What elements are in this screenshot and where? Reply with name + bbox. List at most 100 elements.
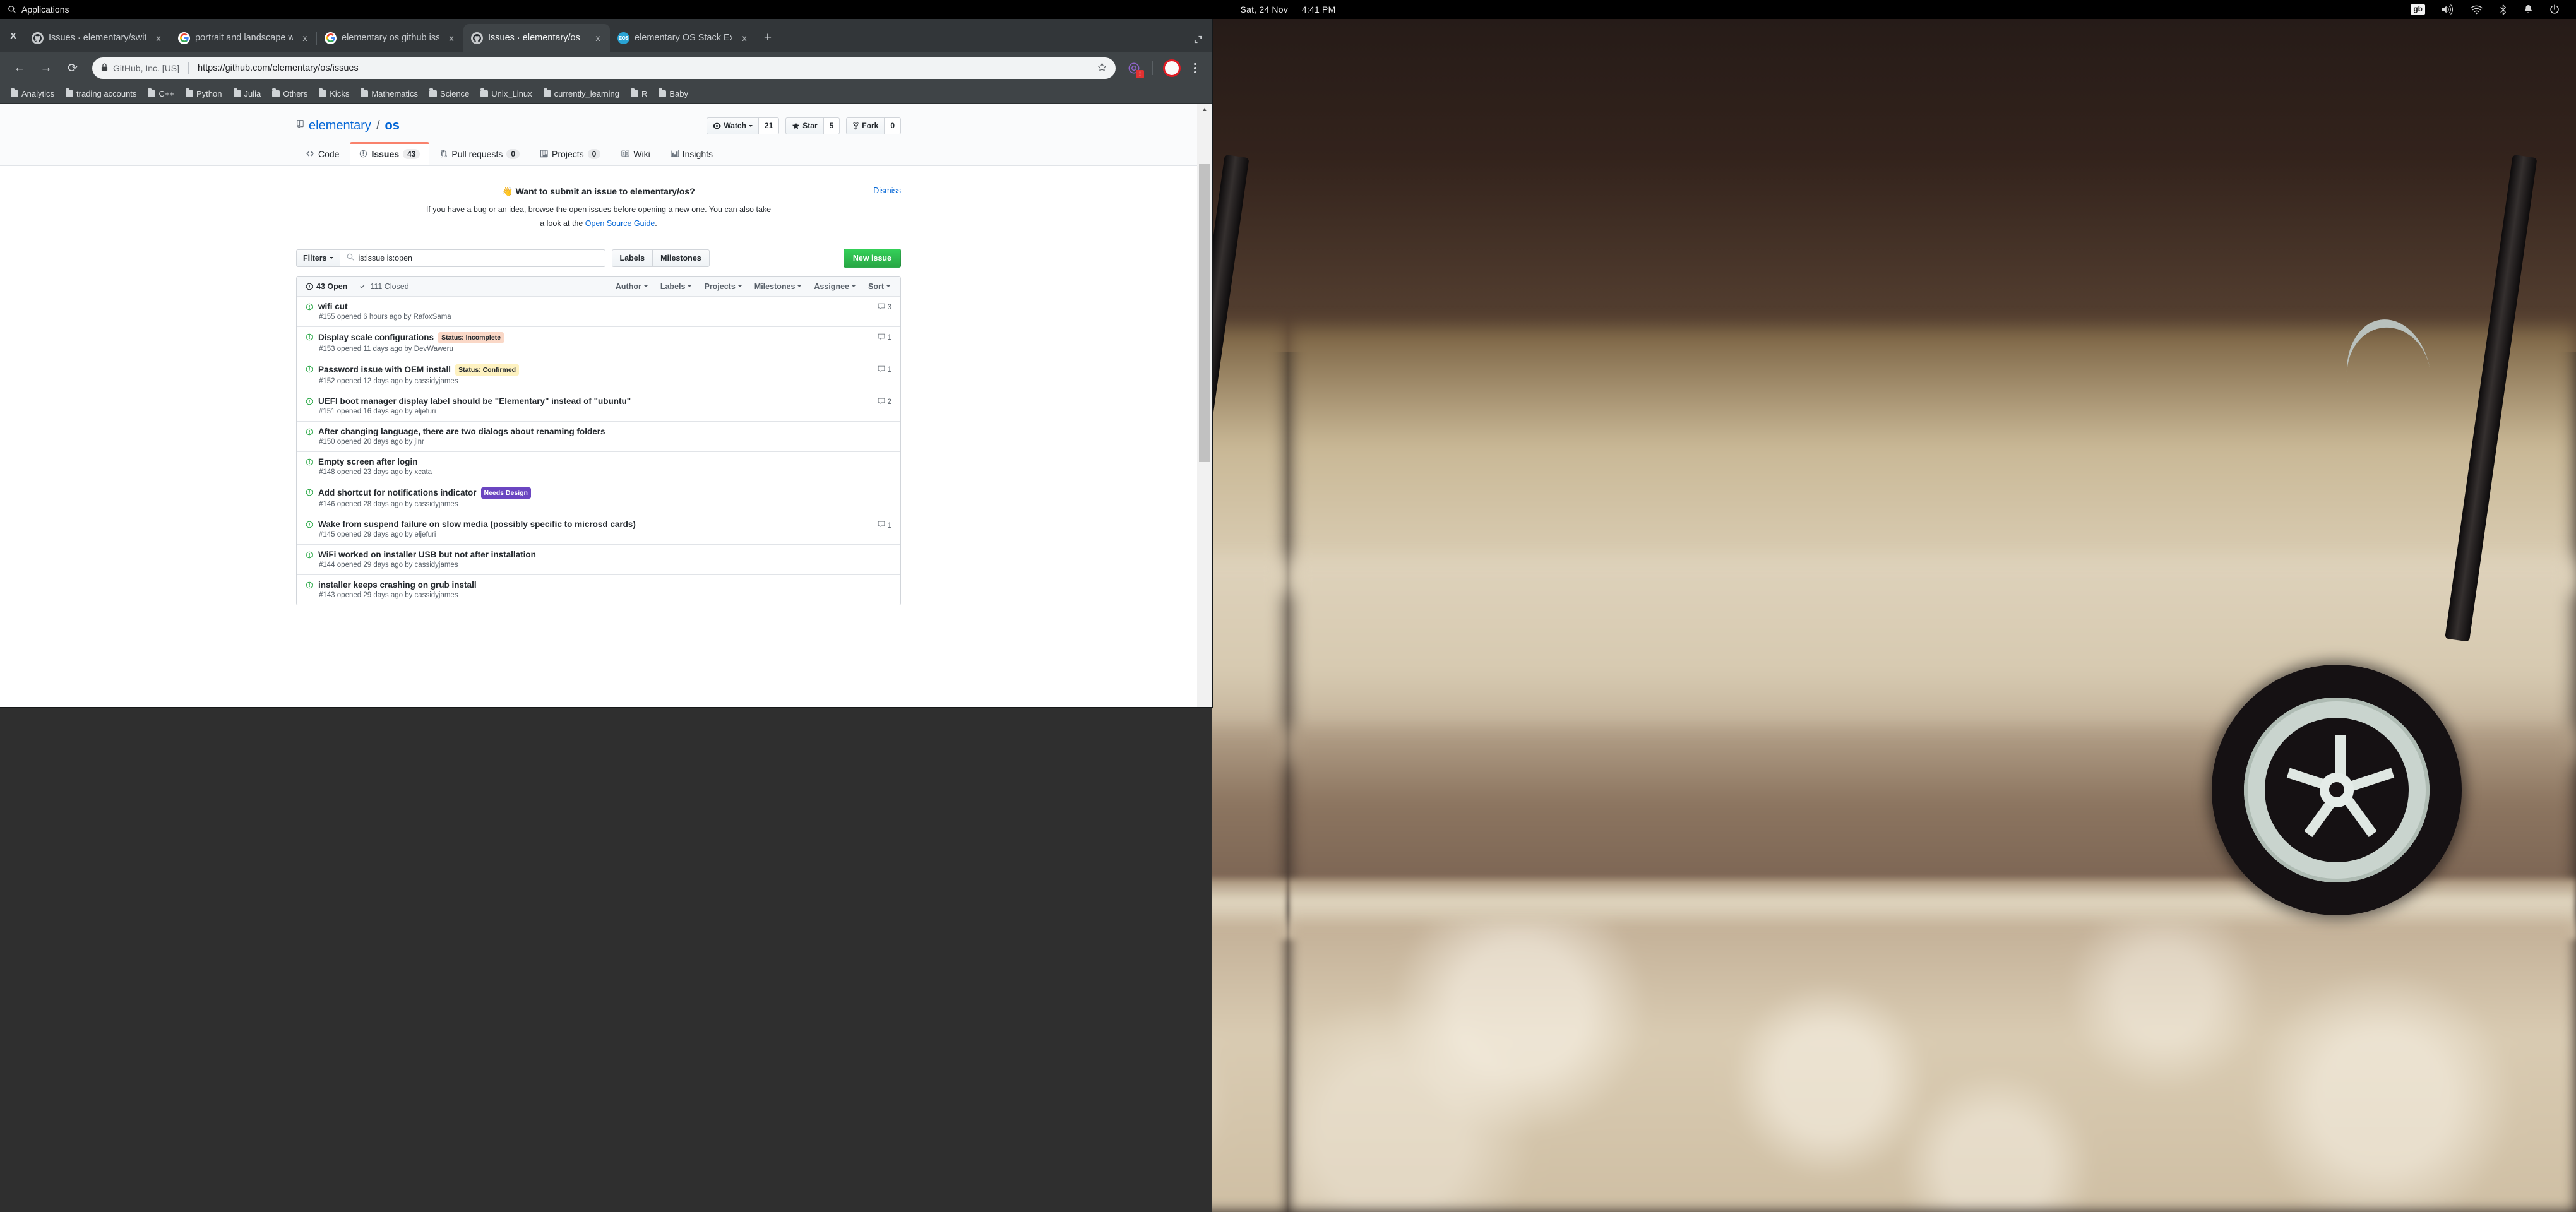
issue-label[interactable]: Status: Confirmed — [455, 364, 520, 376]
repo-nav-insights[interactable]: Insights — [661, 142, 722, 165]
filters-dropdown-button[interactable]: Filters — [296, 249, 340, 267]
back-button[interactable]: ← — [8, 56, 32, 80]
issue-comment-count[interactable]: 1 — [878, 364, 891, 375]
tab-close-icon[interactable]: x — [152, 33, 165, 43]
repo-nav-pull-requests[interactable]: Pull requests 0 — [431, 142, 529, 165]
power-icon[interactable] — [2549, 4, 2560, 15]
author-dropdown[interactable]: Author — [616, 282, 648, 291]
projects-dropdown[interactable]: Projects — [704, 282, 742, 291]
tab-close-icon[interactable]: x — [444, 33, 458, 43]
issue-row[interactable]: Add shortcut for notifications indicator… — [297, 481, 900, 514]
bookmark-item[interactable]: Others — [268, 88, 312, 100]
fork-button-group[interactable]: Fork 0 — [846, 117, 901, 134]
bookmark-item[interactable]: Science — [425, 88, 474, 100]
browser-tab-0[interactable]: Issues · elementary/switchboar x — [24, 24, 170, 52]
browser-tab-1[interactable]: portrait and landscape wallpap x — [170, 24, 317, 52]
new-issue-button[interactable]: New issue — [843, 248, 901, 268]
bookmark-item[interactable]: Analytics — [6, 88, 59, 100]
bookmark-item[interactable]: Julia — [229, 88, 266, 100]
issue-row[interactable]: Display scale configurations Status: Inco… — [297, 326, 900, 359]
issue-row[interactable]: After changing language, there are two d… — [297, 420, 900, 451]
issue-title-link[interactable]: WiFi worked on installer USB but not aft… — [318, 550, 536, 559]
bookmark-item[interactable]: Mathematics — [356, 88, 422, 100]
labels-button[interactable]: Labels — [611, 249, 653, 267]
issue-row[interactable]: WiFi worked on installer USB but not aft… — [297, 544, 900, 574]
closed-issues-filter[interactable]: 111 Closed — [359, 282, 409, 291]
panel-datetime[interactable]: Sat, 24 Nov 4:41 PM — [0, 4, 2576, 15]
repo-name-link[interactable]: os — [385, 119, 400, 133]
issue-row[interactable]: UEFI boot manager display label should b… — [297, 390, 900, 421]
tab-close-icon[interactable]: x — [298, 33, 312, 43]
window-close-button[interactable]: x — [3, 19, 24, 52]
issue-title-link[interactable]: After changing language, there are two d… — [318, 427, 605, 436]
fork-count[interactable]: 0 — [885, 117, 901, 134]
repo-nav-wiki[interactable]: Wiki — [611, 142, 659, 165]
issue-comment-count[interactable]: 1 — [878, 332, 891, 343]
reload-button[interactable]: ⟳ — [61, 56, 85, 80]
url-text[interactable]: https://github.com/elementary/os/issues — [198, 63, 359, 73]
issue-comment-count[interactable]: 2 — [878, 396, 891, 407]
sort-dropdown[interactable]: Sort — [868, 282, 890, 291]
extension-icon[interactable]: ! — [1123, 57, 1145, 79]
issue-title-link[interactable]: installer keeps crashing on grub install — [318, 580, 477, 590]
watch-count[interactable]: 21 — [758, 117, 780, 134]
repo-owner-link[interactable]: elementary — [309, 119, 371, 133]
labels-dropdown[interactable]: Labels — [660, 282, 692, 291]
star-button-group[interactable]: Star 5 — [785, 117, 840, 134]
wifi-icon[interactable] — [2471, 5, 2483, 15]
watch-button[interactable]: Watch — [707, 117, 759, 134]
issue-row[interactable]: Password issue with OEM install Status: C… — [297, 358, 900, 391]
tab-close-icon[interactable]: x — [737, 33, 751, 43]
issue-row[interactable]: Wake from suspend failure on slow media … — [297, 514, 900, 544]
issue-title-link[interactable]: UEFI boot manager display label should b… — [318, 396, 631, 406]
bookmark-item[interactable]: trading accounts — [61, 88, 141, 100]
issue-row[interactable]: Empty screen after login #148 opened 23 d… — [297, 451, 900, 482]
issue-title-link[interactable]: Empty screen after login — [318, 457, 418, 466]
fork-button[interactable]: Fork — [846, 117, 885, 134]
bluetooth-icon[interactable] — [2499, 4, 2507, 15]
repo-nav-code[interactable]: Code — [296, 142, 349, 165]
bookmark-item[interactable]: currently_learning — [539, 88, 624, 100]
bookmark-item[interactable]: C++ — [143, 88, 179, 100]
volume-icon[interactable] — [2442, 4, 2454, 15]
issue-title-link[interactable]: wifi cut — [318, 302, 348, 311]
forward-button[interactable]: → — [34, 56, 58, 80]
bookmark-item[interactable]: R — [626, 88, 652, 100]
watch-button-group[interactable]: Watch 21 — [707, 117, 780, 134]
issues-search-wrapper[interactable] — [340, 249, 605, 267]
issue-label[interactable]: Needs Design — [480, 487, 531, 499]
new-tab-button[interactable]: + — [756, 24, 779, 52]
scroll-up-arrow-icon[interactable]: ▲ — [1197, 106, 1212, 112]
bookmark-item[interactable]: Unix_Linux — [476, 88, 536, 100]
dismiss-banner-link[interactable]: Dismiss — [873, 186, 901, 195]
issue-comment-count[interactable]: 3 — [878, 302, 891, 312]
bookmark-item[interactable]: Baby — [654, 88, 693, 100]
profile-avatar[interactable] — [1163, 59, 1181, 77]
page-scrollbar[interactable]: ▲ — [1197, 104, 1212, 707]
address-bar[interactable]: GitHub, Inc. [US] https://github.com/ele… — [92, 57, 1116, 79]
open-source-guide-link[interactable]: Open Source Guide — [585, 219, 655, 228]
chrome-menu-button[interactable] — [1186, 62, 1205, 74]
issue-row[interactable]: wifi cut #155 opened 6 hours ago by Rafox… — [297, 297, 900, 326]
browser-tab-2[interactable]: elementary os github issues - G x — [317, 24, 463, 52]
star-button[interactable]: Star — [785, 117, 824, 134]
issue-title-link[interactable]: Add shortcut for notifications indicator — [318, 488, 477, 497]
issue-label[interactable]: Status: Incomplete — [438, 331, 504, 343]
issue-title-link[interactable]: Wake from suspend failure on slow media … — [318, 520, 636, 529]
issues-search-input[interactable] — [358, 249, 599, 266]
bookmark-item[interactable]: Python — [181, 88, 226, 100]
issue-comment-count[interactable]: 1 — [878, 520, 891, 530]
bookmark-star-icon[interactable] — [1097, 62, 1108, 74]
tab-close-icon[interactable]: x — [591, 33, 605, 43]
repo-nav-issues[interactable]: Issues 43 — [350, 141, 430, 165]
browser-tab-4[interactable]: EOS elementary OS Stack Exchange x — [610, 24, 756, 52]
notifications-bell-icon[interactable] — [2524, 4, 2533, 15]
issue-row[interactable]: installer keeps crashing on grub install… — [297, 574, 900, 605]
repo-nav-projects[interactable]: Projects 0 — [530, 142, 610, 165]
window-maximize-icon[interactable] — [1194, 35, 1202, 47]
scrollbar-thumb[interactable] — [1199, 164, 1210, 462]
assignee-dropdown[interactable]: Assignee — [814, 282, 856, 291]
bookmark-item[interactable]: Kicks — [314, 88, 354, 100]
browser-tab-3-active[interactable]: Issues · elementary/os x — [463, 24, 610, 52]
star-count[interactable]: 5 — [823, 117, 840, 134]
